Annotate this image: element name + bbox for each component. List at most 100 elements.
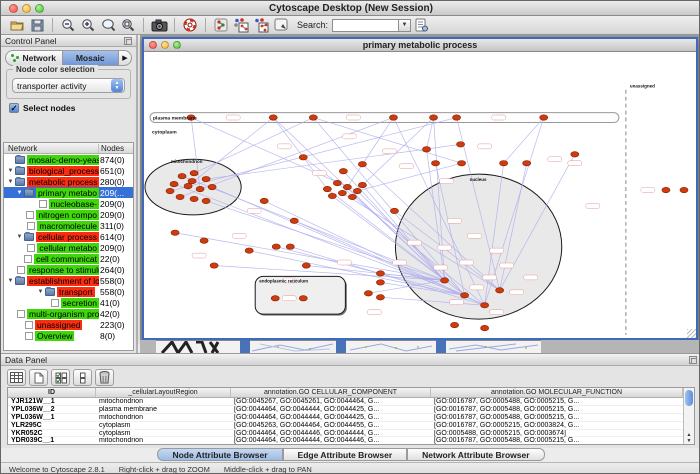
tree-row[interactable]: response to stimulu264(0) (4, 264, 133, 275)
expand-arrow-icon[interactable]: ▼ (6, 168, 15, 174)
select-attributes-icon[interactable] (51, 369, 70, 386)
tree-row[interactable]: nucleobase-209(0) (4, 198, 133, 209)
tab-node-attribute-browser[interactable]: Node Attribute Browser (157, 448, 282, 461)
expand-arrow-icon[interactable]: ▼ (15, 190, 24, 196)
zoom-selected-icon[interactable] (99, 17, 117, 33)
unselect-attributes-icon[interactable] (73, 369, 92, 386)
zoom-in-icon[interactable] (79, 17, 97, 33)
graph-node[interactable] (390, 208, 398, 213)
vizmapper-icon[interactable] (252, 17, 270, 33)
table-row[interactable]: YPL036W__1mitochondrion[GO:0044464, GO:0… (8, 414, 683, 422)
tree-row[interactable]: macromolecule311(0) (4, 220, 133, 231)
graph-node[interactable] (171, 230, 179, 235)
graph-node[interactable] (461, 293, 469, 298)
graph-node[interactable] (339, 168, 347, 173)
save-icon[interactable] (28, 17, 46, 33)
graph-node[interactable] (358, 162, 366, 167)
graph-node[interactable] (432, 161, 440, 166)
scrollbar-thumb[interactable] (685, 390, 693, 406)
graph-node[interactable] (376, 271, 384, 276)
network-view-icon[interactable] (212, 17, 230, 33)
graph-node[interactable] (196, 186, 204, 191)
tree-column-network[interactable]: Network (4, 144, 99, 153)
tree-row[interactable]: ▼primary metabo209(... (4, 187, 133, 198)
search-settings-icon[interactable] (412, 17, 430, 33)
help-lifering-icon[interactable] (181, 17, 199, 33)
attribute-table-icon[interactable] (7, 369, 26, 386)
graph-node[interactable] (376, 280, 384, 285)
edge[interactable] (313, 118, 461, 164)
graph-node[interactable] (481, 325, 489, 330)
tree-row[interactable]: Overview8(0) (4, 330, 133, 341)
background-network-thumbnail[interactable] (346, 340, 436, 353)
network-tree-header[interactable]: Network Nodes (4, 143, 133, 154)
column-id[interactable]: ID (8, 388, 96, 397)
table-row[interactable]: YPL036W__2plasma membrane[GO:0044464, GO… (8, 406, 683, 414)
tab-network[interactable]: Network (6, 51, 62, 65)
graph-node[interactable] (662, 187, 670, 192)
snapshot-camera-icon[interactable] (150, 17, 168, 33)
expand-arrow-icon[interactable]: ▼ (36, 289, 45, 295)
graph-node[interactable] (500, 161, 508, 166)
graph-node[interactable] (210, 263, 218, 268)
graph-node[interactable] (343, 184, 351, 189)
graph-node[interactable] (481, 303, 489, 308)
graph-node[interactable] (260, 198, 268, 203)
graph-node[interactable] (302, 263, 310, 268)
graph-node[interactable] (269, 115, 277, 120)
network-canvas[interactable]: plasma membranecytoplasmmitochondrionnuc… (144, 52, 696, 338)
table-row[interactable]: YDR039C__1mitochondrion[GO:0044464, GO:0… (8, 437, 683, 444)
attribute-table-header[interactable]: ID _cellularLayoutRegion annotation.GO C… (8, 388, 683, 398)
app-titlebar[interactable]: Cytoscape Desktop (New Session) (1, 1, 700, 16)
graph-node[interactable] (430, 115, 438, 120)
nucleus-region[interactable] (395, 174, 561, 319)
annotation-icon[interactable] (272, 17, 290, 33)
graph-node[interactable] (523, 161, 531, 166)
new-attribute-icon[interactable] (29, 369, 48, 386)
search-input[interactable] (332, 19, 398, 32)
graph-node[interactable] (202, 198, 210, 203)
background-window-edge[interactable] (336, 340, 346, 353)
expand-arrow-icon[interactable]: ▼ (15, 234, 24, 240)
graph-node[interactable] (680, 187, 688, 192)
column-molecular-function[interactable]: annotation.GO MOLECULAR_FUNCTION (431, 388, 683, 397)
graph-node[interactable] (333, 180, 341, 185)
tab-mosaic[interactable]: Mosaic (62, 51, 119, 65)
tree-row[interactable]: secretion41(0) (4, 297, 133, 308)
background-window-edge[interactable] (240, 340, 250, 353)
search-dropdown-arrow-icon[interactable]: ▼ (398, 19, 411, 32)
tree-row[interactable]: cell communicat22(0) (4, 253, 133, 264)
float-panel-icon[interactable] (124, 37, 132, 45)
graph-node[interactable] (540, 115, 548, 120)
graph-node[interactable] (496, 288, 504, 293)
network-window-titlebar[interactable]: primary metabolic process (144, 39, 696, 52)
graph-node[interactable] (286, 244, 294, 249)
column-region[interactable]: _cellularLayoutRegion (96, 388, 231, 397)
select-nodes-checkbox[interactable]: ✓ (9, 103, 19, 113)
graph-node[interactable] (272, 244, 280, 249)
graph-node[interactable] (348, 194, 356, 199)
tree-row[interactable]: ▼transport558(0) (4, 286, 133, 297)
tree-row[interactable]: ▼establishment of lo558(0) (4, 275, 133, 286)
tree-row[interactable]: ▼cellular process614(0) (4, 231, 133, 242)
graph-node[interactable] (457, 142, 465, 147)
zoom-fit-icon[interactable] (119, 17, 137, 33)
edge[interactable] (170, 118, 457, 191)
tree-row[interactable]: nitrogen compo209(0) (4, 209, 133, 220)
background-network-thumbnail[interactable] (446, 340, 541, 353)
graph-node[interactable] (202, 176, 210, 181)
graph-node[interactable] (309, 115, 317, 120)
edge[interactable] (273, 118, 327, 190)
graph-node[interactable] (190, 170, 198, 175)
graph-node[interactable] (338, 190, 346, 195)
graph-node[interactable] (423, 147, 431, 152)
graph-node[interactable] (166, 188, 174, 193)
table-row[interactable]: YJR121W__1mitochondrion[GO:0045267, GO:0… (8, 398, 683, 406)
graph-node[interactable] (190, 196, 198, 201)
table-row[interactable]: YLR295Ccytoplasm[GO:0045263, GO:0044464,… (8, 422, 683, 430)
mitochondrion-region[interactable] (145, 159, 241, 215)
background-window-edge[interactable] (436, 340, 446, 353)
tab-edge-attribute-browser[interactable]: Edge Attribute Browser (283, 448, 408, 461)
graph-node[interactable] (441, 278, 449, 283)
delete-attribute-icon[interactable] (95, 369, 114, 386)
